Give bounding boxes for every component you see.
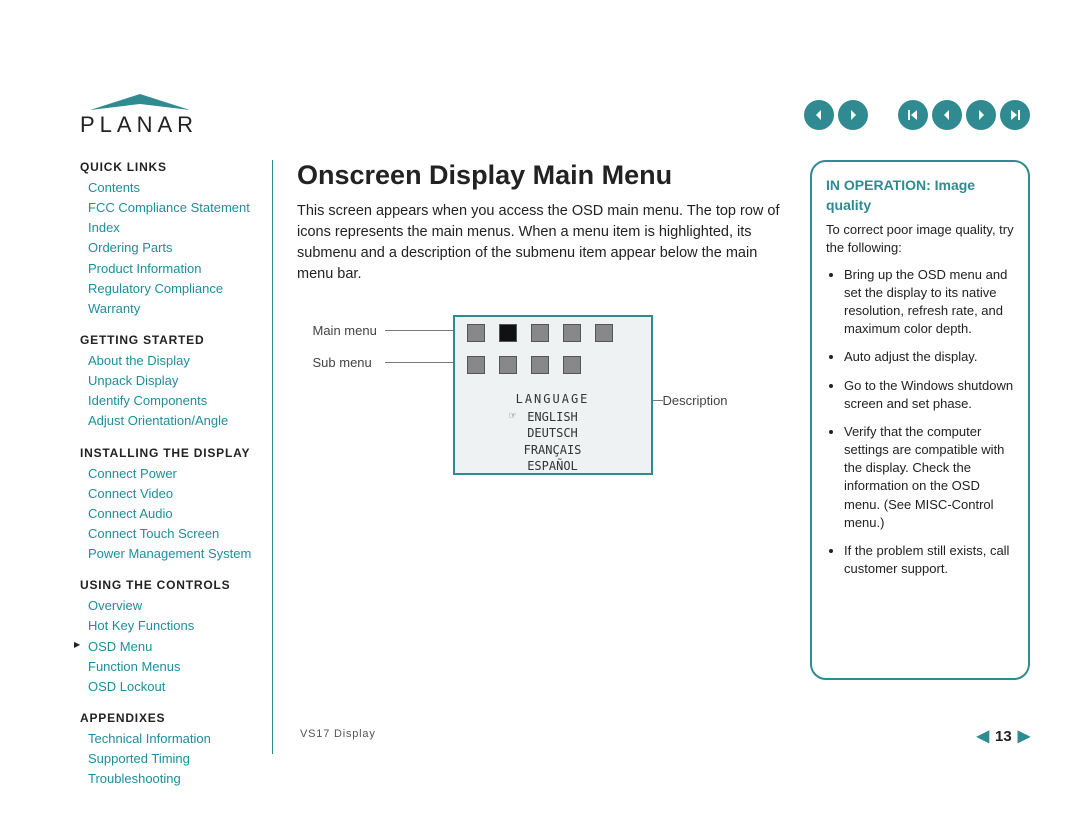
nav-last-button[interactable]	[1000, 100, 1030, 130]
sidebar-link[interactable]: Hot Key Functions	[80, 616, 260, 636]
callout-title: IN OPERATION: Image quality	[826, 176, 1014, 215]
sidebar-link[interactable]: Power Management System	[80, 544, 260, 564]
sidebar-link[interactable]: Ordering Parts	[80, 238, 260, 258]
callout-box: IN OPERATION: Image quality To correct p…	[810, 160, 1030, 680]
intro-paragraph: This screen appears when you access the …	[297, 201, 788, 285]
sidebar-section-title: GETTING STARTED	[80, 333, 260, 347]
osd-icon	[499, 356, 517, 374]
leader-line	[385, 330, 455, 331]
sidebar-section-title: INSTALLING THE DISPLAY	[80, 446, 260, 460]
osd-language-list: LANGUAGE ENGLISHDEUTSCHFRANÇAISESPAÑOL	[455, 391, 651, 474]
osd-icon	[595, 324, 613, 342]
footer-product: VS17 Display	[300, 728, 376, 740]
pager-prev-icon[interactable]: ◀	[977, 726, 989, 746]
nav-prev-alt-button[interactable]	[804, 100, 834, 130]
sidebar-link[interactable]: Contents	[80, 178, 260, 198]
osd-language-item: ESPAÑOL	[455, 458, 651, 474]
nav-button-bar	[804, 100, 1030, 130]
osd-main-row	[455, 317, 651, 349]
sidebar-link[interactable]: Regulatory Compliance	[80, 279, 260, 299]
osd-icon	[467, 324, 485, 342]
sidebar-link[interactable]: Connect Video	[80, 484, 260, 504]
osd-icon	[531, 324, 549, 342]
nav-next-button[interactable]	[966, 100, 996, 130]
osd-icon	[467, 356, 485, 374]
sidebar-section-title: QUICK LINKS	[80, 160, 260, 174]
sidebar-link[interactable]: Product Information	[80, 259, 260, 279]
nav-first-button[interactable]	[898, 100, 928, 130]
sidebar-section-title: APPENDIXES	[80, 711, 260, 725]
osd-language-item: DEUTSCH	[455, 425, 651, 441]
osd-language-item: FRANÇAIS	[455, 442, 651, 458]
figure-label-sub: Sub menu	[313, 355, 372, 370]
sidebar-link[interactable]: Connect Power	[80, 464, 260, 484]
sidebar-link[interactable]: Connect Audio	[80, 504, 260, 524]
page-title: Onscreen Display Main Menu	[297, 160, 788, 191]
osd-sub-row	[455, 349, 651, 381]
callout-bullet: Go to the Windows shutdown screen and se…	[844, 377, 1014, 413]
leader-line	[385, 362, 455, 363]
sidebar-link[interactable]: Overview	[80, 596, 260, 616]
sidebar-link[interactable]: Index	[80, 218, 260, 238]
osd-language-item: ENGLISH	[527, 409, 578, 425]
osd-icon-selected	[499, 324, 517, 342]
sidebar-link[interactable]: Troubleshooting	[80, 769, 260, 789]
sidebar-link[interactable]: About the Display	[80, 351, 260, 371]
figure-label-desc: Description	[663, 393, 728, 408]
sidebar-link[interactable]: Connect Touch Screen	[80, 524, 260, 544]
sidebar-link[interactable]: Unpack Display	[80, 371, 260, 391]
sidebar-link[interactable]: Technical Information	[80, 729, 260, 749]
osd-icon	[531, 356, 549, 374]
callout-bullet: Auto adjust the display.	[844, 348, 1014, 366]
sidebar-link[interactable]: Warranty	[80, 299, 260, 319]
vertical-rule	[272, 160, 273, 754]
sidebar-section-title: USING THE CONTROLS	[80, 578, 260, 592]
pager-next-icon[interactable]: ▶	[1018, 726, 1030, 746]
sidebar-link[interactable]: Identify Components	[80, 391, 260, 411]
osd-icon	[563, 356, 581, 374]
sidebar-link[interactable]: OSD Menu	[80, 637, 260, 657]
figure-label-main: Main menu	[313, 323, 377, 338]
callout-lead: To correct poor image quality, try the f…	[826, 221, 1014, 257]
osd-screenshot: LANGUAGE ENGLISHDEUTSCHFRANÇAISESPAÑOL	[453, 315, 653, 475]
sidebar-link[interactable]: Adjust Orientation/Angle	[80, 411, 260, 431]
callout-bullet: If the problem still exists, call custom…	[844, 542, 1014, 578]
callout-bullet: Bring up the OSD menu and set the displa…	[844, 266, 1014, 339]
main-content: Onscreen Display Main Menu This screen a…	[297, 160, 810, 754]
sidebar-link[interactable]: OSD Lockout	[80, 677, 260, 697]
sidebar: QUICK LINKS ContentsFCC Compliance Statem…	[80, 160, 260, 754]
callout-list: Bring up the OSD menu and set the displa…	[826, 266, 1014, 579]
page-number: 13	[995, 728, 1012, 745]
sidebar-link[interactable]: Function Menus	[80, 657, 260, 677]
logo-text: PLANAR	[80, 112, 200, 138]
osd-icon	[563, 324, 581, 342]
sidebar-link[interactable]: Supported Timing	[80, 749, 260, 769]
nav-next-alt-button[interactable]	[838, 100, 868, 130]
osd-language-header: LANGUAGE	[455, 391, 651, 407]
page-body: QUICK LINKS ContentsFCC Compliance Statem…	[80, 160, 1030, 754]
pager: ◀ 13 ▶	[977, 726, 1030, 746]
sidebar-link[interactable]: FCC Compliance Statement	[80, 198, 260, 218]
nav-prev-button[interactable]	[932, 100, 962, 130]
logo: PLANAR	[80, 88, 200, 138]
header: PLANAR	[80, 90, 1030, 160]
callout-bullet: Verify that the computer settings are co…	[844, 423, 1014, 532]
